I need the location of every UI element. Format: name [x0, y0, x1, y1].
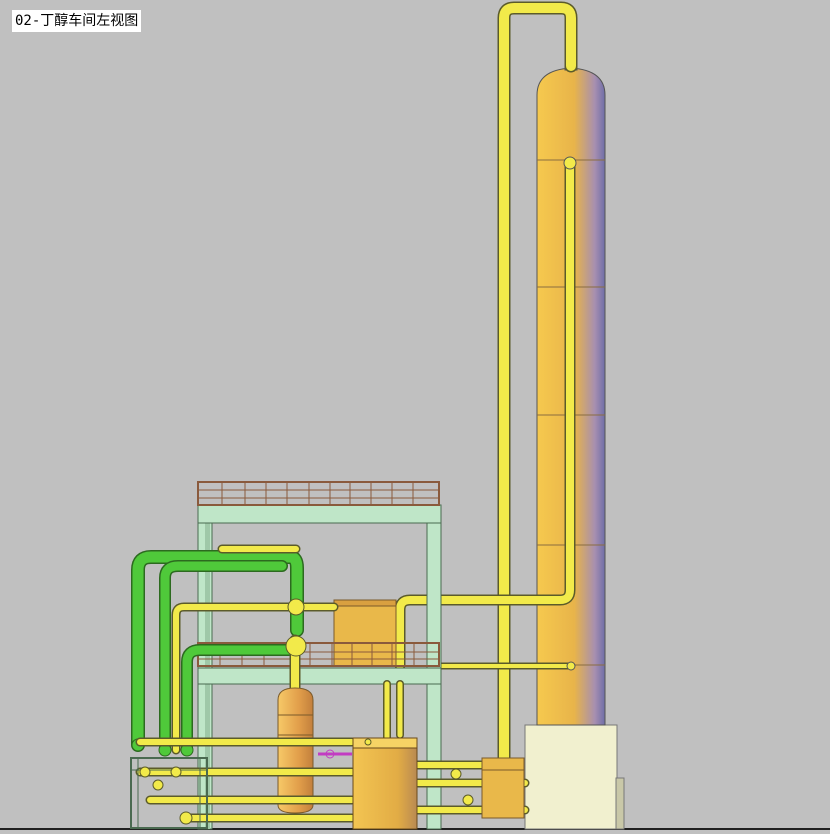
drawing-title: 02-丁醇车间左视图	[12, 10, 142, 32]
green-pipes	[131, 550, 304, 757]
tower-base-side	[615, 777, 625, 830]
vertical-vessel	[277, 687, 352, 814]
drawing-canvas: 02-丁醇车间左视图	[0, 0, 830, 834]
tower-base-skirt	[524, 724, 618, 830]
storage-tank	[352, 737, 418, 830]
condenser-box	[333, 599, 397, 667]
top-platform-railing	[197, 481, 440, 506]
reflux-drum	[481, 757, 525, 819]
plant-left-view-drawing	[0, 1, 830, 830]
